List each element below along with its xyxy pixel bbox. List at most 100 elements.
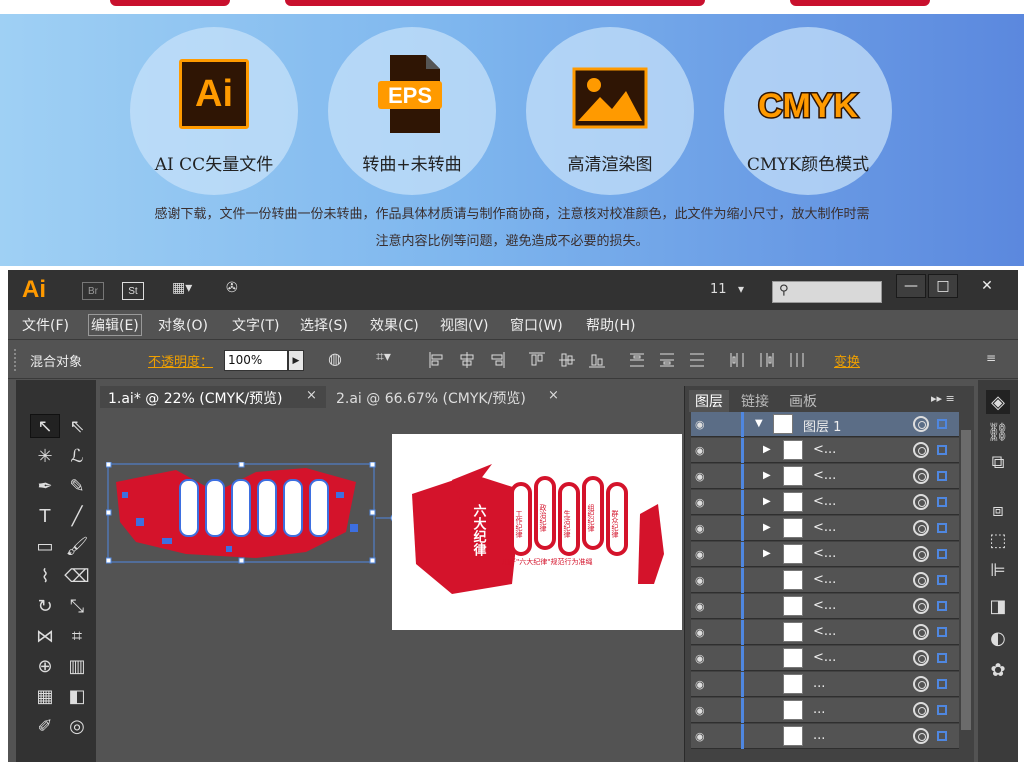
- tab-document-2[interactable]: 2.ai @ 66.67% (CMYK/预览): [328, 386, 560, 408]
- type-tool-icon[interactable]: T: [30, 504, 60, 528]
- menu-select[interactable]: 选择(S): [300, 315, 348, 335]
- target-icon[interactable]: [913, 416, 929, 432]
- expand-triangle-icon[interactable]: ▶: [763, 548, 771, 559]
- expand-triangle-icon[interactable]: ▶: [763, 444, 771, 455]
- bridge-button[interactable]: Br: [82, 282, 104, 300]
- align-hcenter-icon[interactable]: [458, 351, 476, 369]
- eraser-tool-icon[interactable]: ⌫: [62, 564, 92, 588]
- target-icon[interactable]: [913, 494, 929, 510]
- shape-builder-tool-icon[interactable]: ⊕: [30, 654, 60, 678]
- close-tab-2-icon[interactable]: ×: [548, 388, 559, 403]
- eye-icon[interactable]: ◉: [695, 678, 705, 691]
- layer-name[interactable]: <...: [813, 650, 836, 665]
- expand-triangle-icon[interactable]: ▶: [763, 522, 771, 533]
- target-icon[interactable]: [913, 650, 929, 666]
- font-size-value[interactable]: 11: [710, 282, 727, 297]
- layer-name[interactable]: <...: [813, 572, 836, 587]
- eyedropper-tool-icon[interactable]: ✐: [30, 714, 60, 738]
- target-icon[interactable]: [913, 624, 929, 640]
- gradient-icon[interactable]: ◨: [986, 594, 1010, 618]
- target-icon[interactable]: [913, 598, 929, 614]
- layer-row[interactable]: ◉ ▶ <...: [691, 516, 959, 541]
- magic-wand-tool-icon[interactable]: ✳: [30, 444, 60, 468]
- align-left-icon[interactable]: [428, 351, 446, 369]
- layer-name[interactable]: <...: [813, 442, 836, 457]
- selection-indicator[interactable]: [937, 705, 947, 715]
- eye-icon[interactable]: ◉: [695, 652, 705, 665]
- selection-indicator[interactable]: [937, 523, 947, 533]
- panel-menu-icon[interactable]: ≡: [986, 351, 996, 365]
- pathfinder-icon[interactable]: ⧈: [986, 498, 1010, 522]
- menu-edit[interactable]: 编辑(E): [88, 314, 142, 336]
- distribute-top-icon[interactable]: [628, 351, 646, 369]
- selection-indicator[interactable]: [937, 445, 947, 455]
- opacity-dropdown-icon[interactable]: ▶: [288, 350, 304, 371]
- selection-indicator[interactable]: [937, 653, 947, 663]
- tab-document-1[interactable]: 1.ai* @ 22% (CMYK/预览): [100, 386, 326, 408]
- close-button[interactable]: ✕: [972, 274, 1002, 298]
- selection-indicator[interactable]: [937, 679, 947, 689]
- layer-row[interactable]: ◉ <...: [691, 646, 959, 671]
- artboards-icon[interactable]: ⧉: [986, 450, 1010, 474]
- menu-window[interactable]: 窗口(W): [510, 315, 563, 335]
- layer-row[interactable]: ◉ ▶ <...: [691, 542, 959, 567]
- distribute-bottom-icon[interactable]: [688, 351, 706, 369]
- target-icon[interactable]: [913, 572, 929, 588]
- scale-tool-icon[interactable]: ⤡: [62, 594, 92, 618]
- layer-name[interactable]: <...: [813, 494, 836, 509]
- stock-button[interactable]: St: [122, 282, 144, 300]
- target-icon[interactable]: [913, 676, 929, 692]
- selection-indicator[interactable]: [937, 549, 947, 559]
- layer-row[interactable]: ◉...: [691, 698, 959, 723]
- direct-selection-tool-icon[interactable]: ⇖: [62, 414, 92, 438]
- curvature-tool-icon[interactable]: ✎: [62, 474, 92, 498]
- layer-row[interactable]: ◉ <...: [691, 568, 959, 593]
- layer-row[interactable]: ◉ ▶ <...: [691, 438, 959, 463]
- distribute-left-icon[interactable]: [728, 351, 746, 369]
- transform-link[interactable]: 变换: [834, 351, 860, 370]
- gradient-tool-icon[interactable]: ◧: [62, 684, 92, 708]
- menu-type[interactable]: 文字(T): [232, 315, 279, 335]
- layer-row[interactable]: ◉ <...: [691, 594, 959, 619]
- shaper-tool-icon[interactable]: ⌇: [30, 564, 60, 588]
- panel-options-icon[interactable]: ▸▸ ≡: [931, 392, 955, 405]
- free-transform-tool-icon[interactable]: ⌗: [62, 624, 92, 648]
- expand-triangle-icon[interactable]: ▶: [763, 470, 771, 481]
- eye-icon[interactable]: ◉: [695, 730, 705, 743]
- mesh-tool-icon[interactable]: ▦: [30, 684, 60, 708]
- rotate-tool-icon[interactable]: ↻: [30, 594, 60, 618]
- selected-artwork[interactable]: [106, 462, 378, 566]
- rectangle-tool-icon[interactable]: ▭: [30, 534, 60, 558]
- align-top-icon[interactable]: [528, 351, 546, 369]
- target-icon[interactable]: [913, 520, 929, 536]
- menu-file[interactable]: 文件(F): [22, 315, 69, 335]
- target-icon[interactable]: [913, 442, 929, 458]
- layer-name[interactable]: <...: [813, 546, 836, 561]
- align-to-icon[interactable]: ⌗▾: [376, 349, 391, 365]
- layer-row[interactable]: ◉...: [691, 672, 959, 697]
- target-icon[interactable]: [913, 546, 929, 562]
- minimize-button[interactable]: —: [896, 274, 926, 298]
- layer-name[interactable]: ...: [813, 676, 825, 691]
- color-icon[interactable]: ✿: [986, 658, 1010, 682]
- close-tab-1-icon[interactable]: ×: [306, 388, 317, 403]
- line-tool-icon[interactable]: ╱: [62, 504, 92, 528]
- menu-help[interactable]: 帮助(H): [586, 315, 635, 335]
- eye-icon[interactable]: ◉: [695, 704, 705, 717]
- workspace-switcher-icon[interactable]: ▦▾: [172, 280, 192, 296]
- layer-name[interactable]: ...: [813, 702, 825, 717]
- selection-tool-icon[interactable]: ↖: [30, 414, 60, 438]
- opacity-label[interactable]: 不透明度：: [148, 351, 213, 370]
- tab-links[interactable]: 链接: [735, 390, 775, 412]
- recolor-icon[interactable]: ◍: [328, 349, 342, 368]
- selection-indicator[interactable]: [937, 471, 947, 481]
- layer-row[interactable]: ◉ ▶ <...: [691, 464, 959, 489]
- menu-view[interactable]: 视图(V): [440, 315, 489, 335]
- layer-row[interactable]: ◉ ▶ <...: [691, 490, 959, 515]
- selection-indicator[interactable]: [937, 575, 947, 585]
- sync-icon[interactable]: ✇: [226, 280, 238, 296]
- scrollbar[interactable]: [961, 430, 971, 730]
- layer-row[interactable]: ◉...: [691, 724, 959, 749]
- layer-row[interactable]: ◉ <...: [691, 620, 959, 645]
- layer-name[interactable]: 图层 1: [803, 416, 841, 435]
